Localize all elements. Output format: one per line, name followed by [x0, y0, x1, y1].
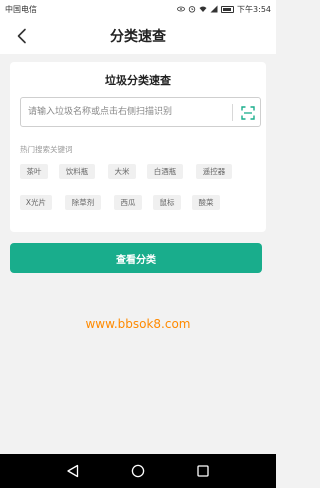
status-bar: 中国电信 下午3:54: [0, 0, 276, 18]
view-category-button[interactable]: 查看分类: [10, 243, 262, 273]
system-recents-button[interactable]: [193, 461, 213, 481]
chevron-left-icon: [17, 28, 26, 44]
hot-keyword-chip[interactable]: 酸菜: [192, 195, 220, 210]
page-title: 分类速查: [110, 29, 166, 45]
hot-keyword-chip[interactable]: X光片: [20, 195, 52, 210]
search-divider: [232, 104, 233, 121]
search-card: 垃圾分类速查 热门搜索关键词 茶叶 饮料瓶 大米 白酒瓶 遥控器 X光片 除草剂…: [10, 62, 266, 232]
system-nav-bar: [0, 454, 276, 488]
hot-keyword-chip[interactable]: 饮料瓶: [59, 164, 95, 179]
hot-keyword-chip[interactable]: 遥控器: [196, 164, 232, 179]
eye-icon: [177, 6, 185, 12]
signal-icon: [210, 5, 218, 13]
square-recents-icon: [197, 465, 209, 477]
hot-keywords-label: 热门搜索关键词: [20, 145, 73, 154]
wifi-icon: [199, 6, 207, 12]
system-home-button[interactable]: [128, 461, 148, 481]
search-box: [20, 97, 261, 127]
status-icons: 下午3:54: [177, 4, 271, 15]
hot-keyword-chip[interactable]: 茶叶: [20, 164, 48, 179]
hot-keyword-chip[interactable]: 除草剂: [65, 195, 101, 210]
back-button[interactable]: [10, 24, 34, 48]
hot-keyword-chip[interactable]: 西瓜: [114, 195, 142, 210]
hot-keyword-chip[interactable]: 鼠标: [153, 195, 181, 210]
battery-icon: [221, 5, 235, 13]
circle-home-icon: [131, 464, 145, 478]
system-back-button[interactable]: [63, 461, 83, 481]
scan-icon: [241, 106, 255, 120]
card-title: 垃圾分类速查: [105, 74, 171, 87]
clock-label: 下午3:54: [237, 4, 271, 14]
hot-keyword-chip[interactable]: 白酒瓶: [147, 164, 183, 179]
site-watermark: www.bbsok8.com: [85, 317, 191, 331]
triangle-back-icon: [67, 464, 79, 478]
search-input[interactable]: [21, 98, 221, 126]
scan-button[interactable]: [237, 102, 259, 124]
top-navbar: 分类速查: [0, 18, 276, 54]
alarm-icon: [188, 6, 196, 13]
hot-keyword-chip[interactable]: 大米: [108, 164, 136, 179]
carrier-label: 中国电信: [5, 4, 37, 14]
